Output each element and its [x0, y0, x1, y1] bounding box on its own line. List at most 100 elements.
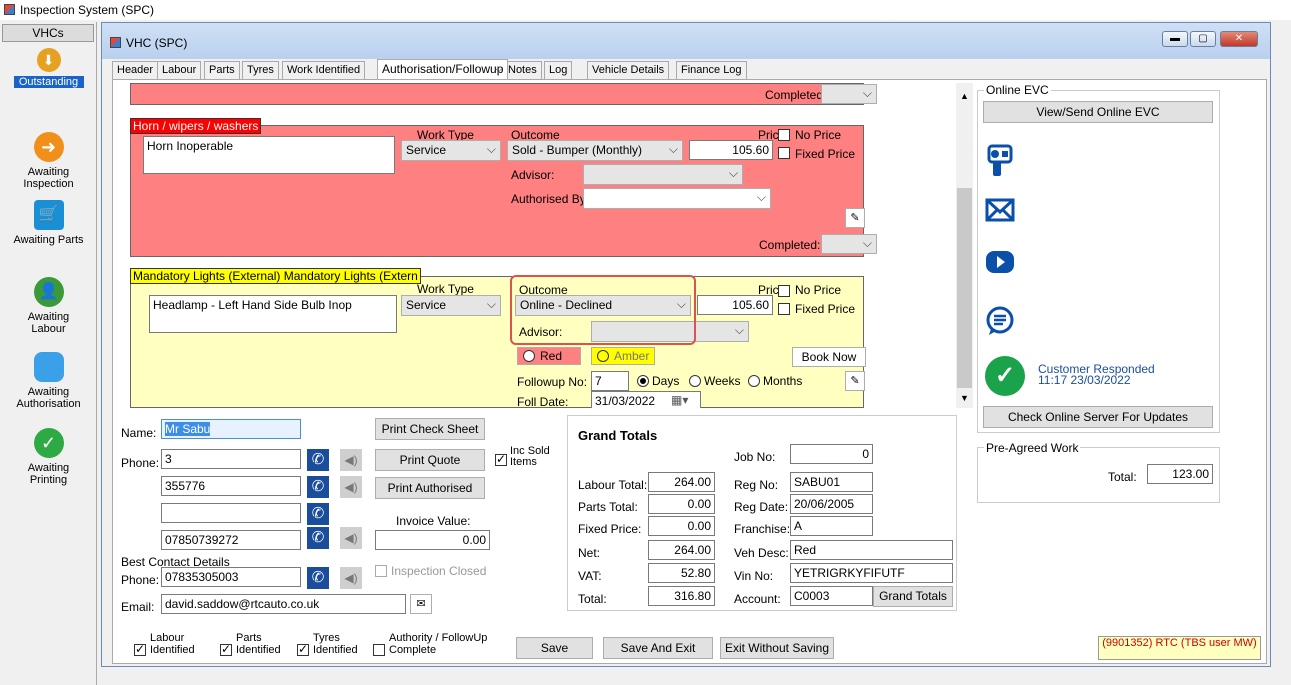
authorised-by-select[interactable]	[583, 188, 771, 209]
print-check-sheet-button[interactable]: Print Check Sheet	[375, 418, 485, 440]
reg-date-field[interactable]: 20/06/2005	[790, 494, 873, 514]
description-field[interactable]: Headlamp - Left Hand Side Bulb Inop	[149, 295, 397, 333]
scroll-thumb[interactable]	[957, 188, 972, 388]
franchise-field[interactable]: A	[790, 516, 873, 536]
tab-header[interactable]: Header	[112, 61, 159, 79]
weeks-radio[interactable]	[689, 375, 701, 387]
tab-log[interactable]: Log	[544, 61, 573, 79]
phone-icon[interactable]: ✆	[307, 503, 329, 525]
speaker-icon[interactable]: ◀)	[340, 567, 362, 589]
total-field[interactable]: 316.80	[648, 586, 715, 606]
sidebar-item-awaiting-inspection[interactable]: ➜ Awaiting Inspection	[0, 132, 97, 190]
labour-identified-checkbox[interactable]	[134, 642, 146, 656]
red-option[interactable]: Red	[517, 347, 581, 365]
job-no-field[interactable]: 0	[790, 444, 873, 464]
tab-tyres[interactable]: Tyres	[242, 61, 279, 79]
email-icon[interactable]	[985, 198, 1015, 228]
minimize-button[interactable]: ▬	[1162, 31, 1188, 47]
tab-notes[interactable]: Notes	[503, 61, 542, 79]
email-field[interactable]: david.saddow@rtcauto.co.uk	[161, 594, 406, 614]
phone-icon[interactable]: ✆	[307, 449, 329, 471]
check-online-server-button[interactable]: Check Online Server For Updates	[983, 406, 1213, 428]
months-radio[interactable]	[748, 375, 760, 387]
sidebar-header[interactable]: VHCs	[2, 24, 94, 42]
phone-field-3[interactable]	[161, 503, 301, 523]
fixed-price-checkbox[interactable]	[778, 147, 790, 159]
vin-field[interactable]: YETRIGRKYFIFUTF	[790, 563, 953, 583]
work-type-select[interactable]: Service	[401, 140, 501, 161]
close-button[interactable]: ✕	[1220, 31, 1258, 47]
phone-field-1[interactable]: 3	[161, 449, 301, 469]
phone-field-4[interactable]: 07850739272	[161, 530, 301, 550]
chat-message-icon[interactable]	[985, 305, 1015, 335]
no-price-checkbox[interactable]	[778, 285, 790, 297]
sidebar-item-awaiting-parts[interactable]: 🛒 Awaiting Parts	[0, 200, 97, 246]
scroll-up-icon[interactable]: ▲	[960, 91, 969, 101]
book-now-button[interactable]: Book Now	[792, 347, 866, 367]
save-and-exit-button[interactable]: Save And Exit	[603, 637, 713, 659]
veh-desc-field[interactable]: Red	[790, 540, 953, 560]
inspection-closed-checkbox[interactable]	[375, 565, 387, 577]
email-send-icon[interactable]: ✉	[410, 594, 432, 614]
completed-dropdown[interactable]	[821, 84, 877, 104]
sidebar-item-awaiting-labour[interactable]: 👤 Awaiting Labour	[0, 277, 97, 335]
sidebar-item-outstanding[interactable]: ⬇ Outstanding	[0, 48, 97, 88]
tab-parts[interactable]: Parts	[204, 61, 240, 79]
calendar-icon[interactable]: ▦▾	[671, 393, 688, 407]
signature-icon[interactable]: ✎	[845, 208, 865, 228]
description-field[interactable]: Horn Inoperable	[143, 136, 395, 174]
tab-work-identified[interactable]: Work Identified	[282, 61, 366, 79]
authority-complete-checkbox[interactable]	[373, 644, 385, 656]
maximize-button[interactable]: ▢	[1190, 31, 1216, 47]
price-field[interactable]: 105.60	[697, 295, 773, 315]
fixed-price-checkbox[interactable]	[778, 303, 790, 315]
no-price-checkbox[interactable]	[778, 129, 790, 141]
grand-totals-button[interactable]: Grand Totals	[873, 586, 953, 607]
tyres-identified-checkbox[interactable]	[297, 642, 309, 656]
phone-icon[interactable]: ✆	[307, 527, 329, 549]
tab-labour[interactable]: Labour	[157, 61, 202, 79]
phone-icon[interactable]: ✆	[307, 476, 329, 498]
view-send-online-evc-button[interactable]: View/Send Online EVC	[983, 101, 1213, 123]
print-quote-button[interactable]: Print Quote	[375, 449, 485, 471]
inc-sold-items-checkbox[interactable]	[495, 452, 507, 466]
tab-authorisation-followup[interactable]: Authorisation/Followup	[377, 59, 509, 80]
labour-total-field[interactable]: 264.00	[648, 472, 715, 492]
parts-total-field[interactable]: 0.00	[648, 494, 715, 514]
work-type-select[interactable]: Service	[401, 295, 501, 316]
signature-icon[interactable]: ✎	[845, 371, 865, 391]
save-button[interactable]: Save	[516, 637, 593, 659]
items-scrollbar[interactable]: ▲ ▼	[956, 83, 973, 408]
amber-option[interactable]: Amber	[591, 347, 655, 365]
tab-vehicle-details[interactable]: Vehicle Details	[587, 61, 670, 79]
video-camera-icon[interactable]	[985, 144, 1015, 176]
name-field[interactable]: Mr Sabu	[161, 419, 301, 439]
pre-agreed-total-field[interactable]: 123.00	[1147, 464, 1213, 484]
vat-field[interactable]: 52.80	[648, 563, 715, 583]
phone-field-2[interactable]: 355776	[161, 476, 301, 496]
phone-icon[interactable]: ✆	[307, 567, 329, 589]
net-field[interactable]: 264.00	[648, 540, 715, 560]
fixed-price-total-field[interactable]: 0.00	[648, 516, 715, 536]
tab-finance-log[interactable]: Finance Log	[676, 61, 747, 79]
parts-identified-checkbox[interactable]	[220, 642, 232, 656]
sidebar-item-awaiting-printing[interactable]: ✓ Awaiting Printing	[0, 428, 97, 486]
days-radio[interactable]	[637, 375, 649, 387]
advisor-select[interactable]	[583, 164, 743, 185]
exit-without-saving-button[interactable]: Exit Without Saving	[720, 637, 834, 659]
reg-no-field[interactable]: SABU01	[790, 472, 873, 492]
sidebar-item-awaiting-authorisation[interactable]: Awaiting Authorisation	[0, 352, 97, 410]
followup-no-field[interactable]: 7	[591, 371, 629, 391]
completed-dropdown[interactable]	[821, 234, 877, 254]
invoice-value-field[interactable]: 0.00	[375, 530, 490, 550]
red-radio[interactable]	[523, 350, 535, 362]
amber-radio[interactable]	[597, 350, 609, 362]
price-field[interactable]: 105.60	[689, 140, 773, 160]
speaker-icon[interactable]: ◀)	[340, 476, 362, 498]
scroll-down-icon[interactable]: ▼	[960, 393, 969, 403]
play-video-icon[interactable]	[985, 247, 1015, 277]
outcome-select[interactable]: Sold - Bumper (Monthly)	[507, 140, 683, 161]
account-field[interactable]: C0003	[790, 586, 873, 606]
best-phone-field[interactable]: 07835305003	[161, 567, 301, 587]
print-authorised-button[interactable]: Print Authorised	[375, 477, 485, 499]
